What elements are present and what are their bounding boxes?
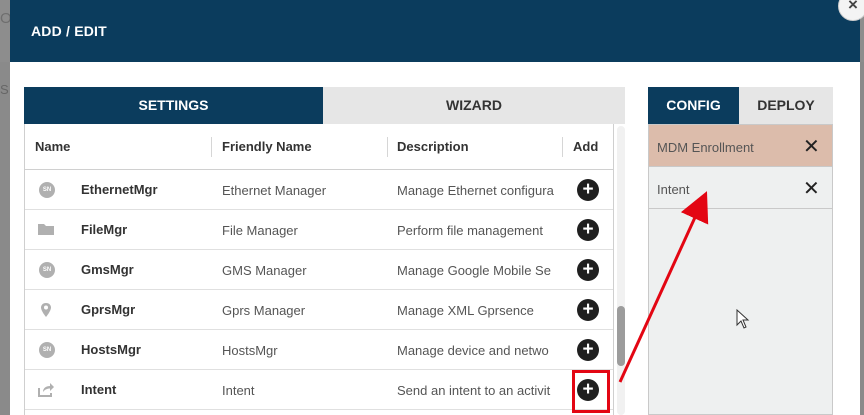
annotation-arrow (618, 191, 709, 383)
mouse-cursor-icon (736, 309, 750, 329)
